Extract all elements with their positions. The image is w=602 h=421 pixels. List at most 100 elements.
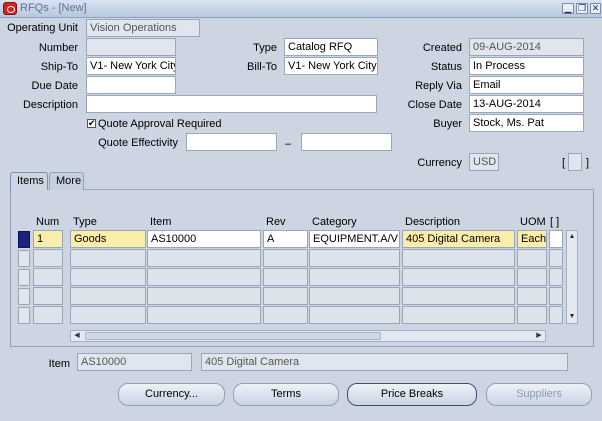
empty-cell[interactable] [33,249,63,267]
empty-cell[interactable] [402,287,515,305]
description-field[interactable] [86,95,377,113]
type-label: Type [253,42,277,54]
empty-cell[interactable] [309,287,400,305]
suppliers-button[interactable]: Suppliers [486,383,592,406]
reply-via-label: Reply Via [415,80,462,92]
close-date-field[interactable]: 13-AUG-2014 [469,95,584,113]
dff-bracket-close: ] [586,157,590,169]
scrollbar-thumb[interactable] [85,332,381,340]
footer-item-description-field: 405 Digital Camera [201,353,568,371]
quote-effectivity-dash: – [285,138,292,150]
scroll-right-icon[interactable]: ▶ [533,331,545,341]
row-selector[interactable] [18,288,30,305]
status-field[interactable]: In Process [469,57,584,75]
empty-cell[interactable] [263,306,308,324]
terms-button[interactable]: Terms [233,383,339,406]
col-item-header: Item [150,216,172,228]
empty-cell[interactable] [549,306,563,324]
currency-button[interactable]: Currency... [118,383,225,406]
window-title-bar: RFQs - [New] ▁ ❐ ✕ [0,0,602,18]
empty-cell[interactable] [309,306,400,324]
empty-cell[interactable] [517,268,547,286]
header-dff-field[interactable] [568,153,582,171]
scroll-up-icon[interactable]: ▲ [567,231,577,243]
empty-cell[interactable] [517,249,547,267]
empty-cell[interactable] [309,249,400,267]
reply-via-field[interactable]: Email [469,76,584,94]
col-category-header: Category [312,216,357,228]
footer-item-label: Item [48,358,70,370]
empty-cell[interactable] [147,249,261,267]
empty-cell[interactable] [402,306,515,324]
empty-cell[interactable] [70,268,146,286]
operating-unit-label: Operating Unit [7,22,78,34]
due-date-field[interactable] [86,76,176,94]
line-num-cell[interactable]: 1 [33,230,63,248]
scroll-left-icon[interactable]: ◀ [71,331,83,341]
created-label: Created [422,42,462,54]
col-type-header: Type [73,216,97,228]
quote-effectivity-from-field[interactable] [186,133,277,151]
col-num-header: Num [36,216,60,228]
line-item-cell[interactable]: AS10000 [147,230,261,248]
number-label: Number [38,42,78,54]
row-selector[interactable] [18,307,30,324]
empty-cell[interactable] [263,249,308,267]
quote-approval-label: Quote Approval Required [98,118,222,130]
row-selector[interactable] [18,231,30,248]
description-label: Description [22,99,78,111]
tab-more[interactable]: More [49,172,84,190]
status-label: Status [430,61,462,73]
buyer-field[interactable]: Stock, Ms. Pat [469,114,584,132]
empty-cell[interactable] [402,249,515,267]
row-selector[interactable] [18,250,30,267]
ship-to-field[interactable]: V1- New York City [86,57,176,75]
line-description-cell[interactable]: 405 Digital Camera [402,230,515,248]
lines-horizontal-scrollbar[interactable]: ◀ ▶ [70,330,546,342]
quote-effectivity-to-field[interactable] [301,133,392,151]
quote-approval-checkbox[interactable]: ✔ [87,119,96,128]
line-uom-cell[interactable]: Each [517,230,547,248]
line-category-cell[interactable]: EQUIPMENT.A/V [309,230,400,248]
empty-cell[interactable] [70,306,146,324]
type-field[interactable]: Catalog RFQ [284,38,378,56]
line-rev-cell[interactable]: A [263,230,308,248]
oracle-app-icon [3,2,17,15]
tab-items[interactable]: Items [10,172,48,190]
empty-cell[interactable] [263,268,308,286]
empty-cell[interactable] [549,287,563,305]
number-field[interactable] [86,38,176,56]
empty-cell[interactable] [147,287,261,305]
empty-cell[interactable] [33,287,63,305]
buyer-label: Buyer [433,118,462,130]
empty-cell[interactable] [402,268,515,286]
price-breaks-button[interactable]: Price Breaks [347,383,477,406]
empty-cell[interactable] [309,268,400,286]
close-icon[interactable]: ✕ [590,3,601,14]
empty-cell[interactable] [549,249,563,267]
empty-cell[interactable] [517,306,547,324]
empty-cell[interactable] [147,268,261,286]
empty-cell[interactable] [549,268,563,286]
empty-cell[interactable] [147,306,261,324]
window-title: RFQs - [New] [20,2,87,14]
dff-bracket-open: [ [562,157,566,169]
empty-cell[interactable] [263,287,308,305]
ship-to-label: Ship-To [40,61,78,73]
scroll-down-icon[interactable]: ▼ [567,311,577,323]
bill-to-field[interactable]: V1- New York City [284,57,378,75]
empty-cell[interactable] [33,268,63,286]
row-selector[interactable] [18,269,30,286]
line-type-cell[interactable]: Goods [70,230,146,248]
minimize-icon[interactable]: ▁ [562,3,574,14]
empty-cell[interactable] [517,287,547,305]
lines-vertical-scrollbar[interactable]: ▲ ▼ [566,230,578,324]
restore-icon[interactable]: ❐ [576,3,588,14]
line-dff-cell[interactable] [549,230,563,248]
empty-cell[interactable] [70,249,146,267]
empty-cell[interactable] [33,306,63,324]
currency-label: Currency [417,157,462,169]
tab-divider [10,189,594,190]
empty-cell[interactable] [70,287,146,305]
col-rev-header: Rev [266,216,286,228]
